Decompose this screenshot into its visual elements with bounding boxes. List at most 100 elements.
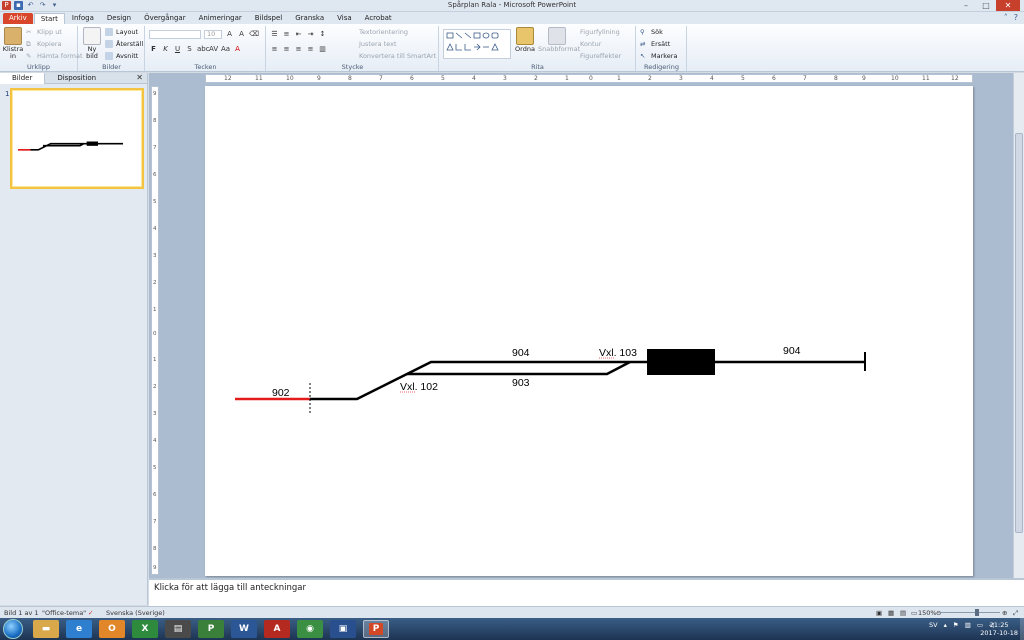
tab-bildspel[interactable]: Bildspel (249, 13, 288, 24)
section-button[interactable]: Avsnitt (105, 52, 138, 60)
align-center-icon[interactable]: ≡ (282, 45, 291, 54)
tab-design[interactable]: Design (101, 13, 137, 24)
tab-infoga[interactable]: Infoga (66, 13, 100, 24)
copy-button[interactable]: ⧉ Kopiera (26, 40, 62, 48)
powerpoint-taskbar-icon[interactable]: P (363, 620, 389, 638)
close-button[interactable]: ✕ (996, 0, 1020, 11)
bold-button[interactable]: F (149, 45, 158, 54)
show-desktop-button[interactable] (1020, 618, 1024, 640)
remote-desktop-icon[interactable]: ▣ (330, 620, 356, 638)
tab-slides[interactable]: Bilder (0, 73, 46, 84)
tab-acrobat[interactable]: Acrobat (359, 13, 398, 24)
minimize-button[interactable]: – (956, 0, 976, 11)
tab-start[interactable]: Start (33, 13, 65, 24)
smartart-button[interactable]: Konvertera till SmartArt (359, 52, 436, 60)
vertical-scrollbar[interactable] (1013, 73, 1024, 578)
tab-granska[interactable]: Granska (289, 13, 330, 24)
shape-effects-button[interactable]: Figureffekter (580, 52, 621, 60)
font-family-input[interactable] (149, 30, 201, 39)
flag-icon[interactable]: ⚑ (953, 621, 959, 629)
slide-canvas[interactable]: 902 904 904 903 Vxl. 103 Vxl. 102 (205, 86, 973, 576)
grow-font-icon[interactable]: A (225, 30, 234, 39)
spellcheck-icon[interactable]: ✓ (88, 609, 93, 617)
reset-button[interactable]: Återställ (105, 40, 143, 48)
collapse-ribbon-icon[interactable]: ˄ (1004, 13, 1008, 22)
zoom-in-icon[interactable]: ⊕ (1002, 609, 1007, 617)
clear-format-icon[interactable]: ⌫ (249, 30, 259, 39)
shrink-font-icon[interactable]: A (237, 30, 246, 39)
clock[interactable]: 21:25 2017-10-18 (980, 621, 1018, 637)
reading-view-icon[interactable]: ▤ (900, 609, 906, 617)
show-hidden-icons-icon[interactable]: ▴ (944, 621, 947, 629)
cut-button[interactable]: ✂ Klipp ut (26, 28, 62, 36)
tab-visa[interactable]: Visa (331, 13, 358, 24)
quick-styles-button[interactable]: Snabbformat (538, 27, 580, 53)
bullets-icon[interactable]: ☰ (270, 30, 279, 39)
language-status[interactable]: Svenska (Sverige) (106, 609, 165, 617)
text-direction-button[interactable]: Textorientering (359, 28, 408, 36)
numbering-icon[interactable]: ≡ (282, 30, 291, 39)
spacing-icon[interactable]: AV (209, 45, 218, 54)
line-spacing-icon[interactable]: ↕ (318, 30, 327, 39)
case-icon[interactable]: Aa (221, 45, 230, 54)
scrollbar-thumb[interactable] (1015, 133, 1023, 533)
select-button[interactable]: ↖ Markera (640, 52, 677, 60)
notes-pane[interactable]: Klicka för att lägga till anteckningar (149, 578, 1024, 606)
shape-outline-button[interactable]: Kontur (580, 40, 601, 48)
outlook-icon[interactable]: O (99, 620, 125, 638)
layout-button[interactable]: Layout (105, 28, 138, 36)
replace-button[interactable]: ⇄ Ersätt (640, 40, 670, 48)
zoom-slider-knob[interactable] (975, 609, 979, 616)
tab-animeringar[interactable]: Animeringar (193, 13, 248, 24)
find-button[interactable]: ⚲ Sök (640, 28, 663, 36)
tab-arkiv[interactable]: Arkiv (3, 13, 33, 24)
help-icon[interactable]: ? (1014, 13, 1018, 22)
align-right-icon[interactable]: ≡ (294, 45, 303, 54)
slide-sorter-icon[interactable]: ▦ (888, 609, 894, 617)
underline-button[interactable]: U (173, 45, 182, 54)
new-slide-button[interactable]: Ny bild (81, 27, 103, 60)
decrease-indent-icon[interactable]: ⇤ (294, 30, 303, 39)
excel-icon[interactable]: X (132, 620, 158, 638)
publisher-icon[interactable]: P (198, 620, 224, 638)
arrange-button[interactable]: Ordna (514, 27, 536, 53)
file-explorer-icon[interactable]: ▬ (33, 620, 59, 638)
acrobat-icon[interactable]: A (264, 620, 290, 638)
track-main[interactable] (310, 360, 865, 401)
language-indicator[interactable]: SV (929, 621, 938, 629)
terminal-icon[interactable]: ▤ (165, 620, 191, 638)
chrome-icon[interactable]: ◉ (297, 620, 323, 638)
internet-explorer-icon[interactable]: e (66, 620, 92, 638)
track-903-siding[interactable] (407, 360, 631, 376)
format-painter-button[interactable]: ✎ Hämta format (26, 52, 83, 60)
tab-outline[interactable]: Disposition (45, 73, 108, 84)
zoom-level[interactable]: 150% (918, 609, 937, 617)
start-button[interactable] (3, 619, 23, 639)
shape-fill-button[interactable]: Figurfyllning (580, 28, 620, 36)
slide-thumbnail[interactable] (10, 88, 144, 189)
justify-icon[interactable]: ≡ (306, 45, 315, 54)
platform-block[interactable] (647, 349, 715, 375)
close-panel-icon[interactable]: ✕ (136, 73, 143, 82)
normal-view-icon[interactable]: ▣ (876, 609, 882, 617)
zoom-slider[interactable] (940, 612, 1000, 613)
notes-placeholder[interactable]: Klicka för att lägga till anteckningar (154, 583, 306, 593)
align-text-button[interactable]: Justera text (359, 40, 397, 48)
fit-to-window-icon[interactable]: ⤢ (1013, 609, 1018, 618)
shadow-button[interactable]: S (185, 45, 194, 54)
zoom-out-icon[interactable]: ⊖ (936, 609, 941, 617)
increase-indent-icon[interactable]: ⇥ (306, 30, 315, 39)
columns-icon[interactable]: ▥ (318, 45, 327, 54)
network-icon[interactable]: ▥ (965, 621, 971, 629)
tab-overgangar[interactable]: Övergångar (138, 13, 192, 24)
align-left-icon[interactable]: ≡ (270, 45, 279, 54)
font-size-input[interactable]: 10 (204, 30, 222, 39)
italic-button[interactable]: K (161, 45, 170, 54)
strikethrough-icon[interactable]: abc (197, 45, 210, 54)
paste-button[interactable]: Klistra in (2, 27, 24, 60)
slideshow-icon[interactable]: ▭ (911, 609, 917, 617)
word-icon[interactable]: W (231, 620, 257, 638)
font-color-icon[interactable]: A (233, 45, 242, 54)
maximize-button[interactable]: □ (976, 0, 996, 11)
shapes-gallery[interactable] (443, 29, 511, 59)
